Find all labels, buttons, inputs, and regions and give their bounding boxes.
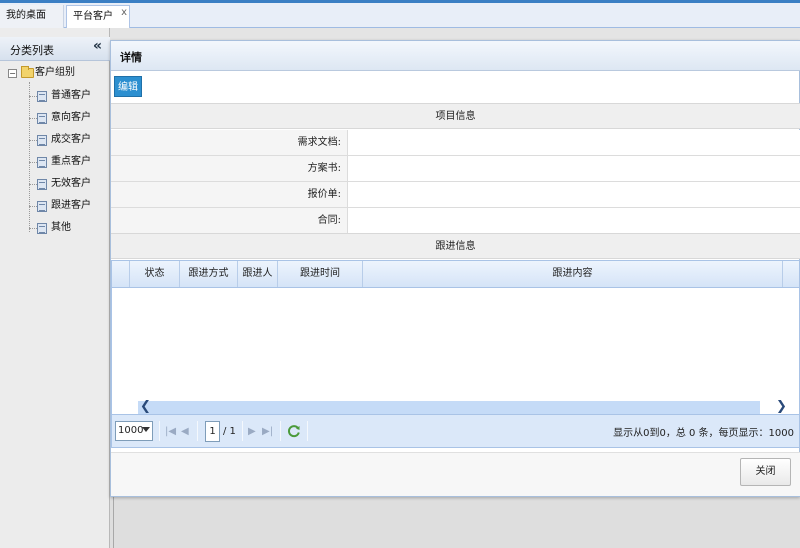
tree-expander-icon[interactable]: − xyxy=(8,69,17,78)
tree-root-customer-groups[interactable]: 客户组别 xyxy=(35,63,75,83)
sidebar-title: 分类列表 xyxy=(10,44,54,57)
grid-header-method[interactable]: 跟进方式 xyxy=(180,261,238,287)
field-label: 需求文档: xyxy=(111,130,348,155)
refresh-icon[interactable] xyxy=(287,424,301,438)
sidebar-item-label: 成交客户 xyxy=(51,134,91,145)
edit-button[interactable]: 编辑 xyxy=(114,76,142,97)
grid-header-rownum xyxy=(112,261,130,287)
tree-guide-line xyxy=(29,82,30,232)
file-icon xyxy=(37,179,47,190)
field-quotation: 报价单: xyxy=(111,182,800,208)
sidebar-item-label: 其他 xyxy=(51,222,71,233)
pager-separator xyxy=(280,421,281,441)
field-proposal: 方案书: xyxy=(111,156,800,182)
sidebar-item-label: 无效客户 xyxy=(51,178,91,189)
divider xyxy=(113,497,114,548)
file-icon xyxy=(37,223,47,234)
last-page-icon[interactable]: ▶| xyxy=(262,426,273,437)
sidebar-item-followup[interactable]: 跟进客户 xyxy=(51,196,91,216)
grid-header-content[interactable]: 跟进内容 xyxy=(363,261,783,287)
proposal-value[interactable] xyxy=(349,156,800,181)
tab-label: 平台客户 xyxy=(73,11,113,22)
file-icon xyxy=(37,91,47,102)
file-icon xyxy=(37,135,47,146)
sidebar-item-label: 普通客户 xyxy=(51,90,91,101)
tab-label: 我的桌面 xyxy=(6,10,46,21)
next-page-icon[interactable]: ▶ xyxy=(248,426,256,437)
pager-separator xyxy=(159,421,160,441)
dialog-header: 详情 xyxy=(111,41,800,71)
field-requirements-doc: 需求文档: xyxy=(111,130,800,156)
file-icon xyxy=(37,201,47,212)
page-number-input[interactable]: 1 xyxy=(205,421,220,442)
sidebar-item-label: 意向客户 xyxy=(51,112,91,123)
sidebar-item-other[interactable]: 其他 xyxy=(51,218,71,238)
pager-separator xyxy=(197,421,198,441)
page-total: / 1 xyxy=(223,426,236,437)
quotation-value[interactable] xyxy=(349,182,800,207)
chevron-down-icon xyxy=(142,427,150,432)
pager-info-text: 显示从0到0，总 0 条，每页显示：1000 xyxy=(613,428,794,439)
contract-value[interactable] xyxy=(349,208,800,233)
sidebar-item-key[interactable]: 重点客户 xyxy=(51,152,91,172)
pager-separator xyxy=(242,421,243,441)
sidebar-item-label: 跟进客户 xyxy=(51,200,91,211)
sidebar-item-normal[interactable]: 普通客户 xyxy=(51,86,91,106)
close-icon[interactable]: x xyxy=(121,2,127,24)
grid-header-time[interactable]: 跟进时间 xyxy=(278,261,363,287)
sidebar-item-label: 重点客户 xyxy=(51,156,91,167)
grid-header-status[interactable]: 状态 xyxy=(130,261,180,287)
field-label: 合同: xyxy=(111,208,348,233)
close-button[interactable]: 关闭 xyxy=(740,458,791,486)
dialog-title: 详情 xyxy=(120,51,142,64)
requirements-doc-value[interactable] xyxy=(349,130,800,155)
project-info-header: 项目信息 xyxy=(111,103,800,129)
tree-connector xyxy=(29,162,37,163)
tree-connector xyxy=(29,96,37,97)
tree-connector xyxy=(29,118,37,119)
page-size-select[interactable]: 1000 xyxy=(115,421,153,441)
field-label: 方案书: xyxy=(111,156,348,181)
prev-page-icon[interactable]: ◀ xyxy=(181,426,189,437)
tree-connector xyxy=(29,206,37,207)
sidebar-header: 分类列表 « xyxy=(0,37,110,61)
pager-separator xyxy=(307,421,308,441)
tree-connector xyxy=(29,140,37,141)
scroll-left-icon[interactable]: ❮ xyxy=(140,399,151,414)
grid-header: 状态 跟进方式 跟进人 跟进时间 跟进内容 xyxy=(112,261,799,288)
collapse-icon[interactable]: « xyxy=(93,38,102,54)
horizontal-scrollbar[interactable] xyxy=(138,401,760,414)
tree-root-label: 客户组别 xyxy=(35,67,75,78)
followup-info-header: 跟进信息 xyxy=(111,233,800,259)
grid-header-person[interactable]: 跟进人 xyxy=(238,261,278,287)
tab-bar: 我的桌面 平台客户 x xyxy=(0,0,800,31)
file-icon xyxy=(37,113,47,124)
scroll-right-icon[interactable]: ❯ xyxy=(776,399,787,414)
field-label: 报价单: xyxy=(111,182,348,207)
file-icon xyxy=(37,157,47,168)
sidebar-item-invalid[interactable]: 无效客户 xyxy=(51,174,91,194)
field-contract: 合同: xyxy=(111,208,800,234)
sidebar-item-intent[interactable]: 意向客户 xyxy=(51,108,91,128)
folder-icon xyxy=(21,66,34,78)
dialog-footer xyxy=(111,452,800,496)
tab-my-desktop[interactable]: 我的桌面 xyxy=(0,5,64,30)
page-size-value: 1000 xyxy=(118,425,144,436)
tree-connector xyxy=(29,184,37,185)
tree-connector xyxy=(29,228,37,229)
first-page-icon[interactable]: |◀ xyxy=(165,426,176,437)
content-background-lower xyxy=(110,497,800,548)
sidebar-item-closed-deal[interactable]: 成交客户 xyxy=(51,130,91,150)
sidebar xyxy=(0,28,110,548)
